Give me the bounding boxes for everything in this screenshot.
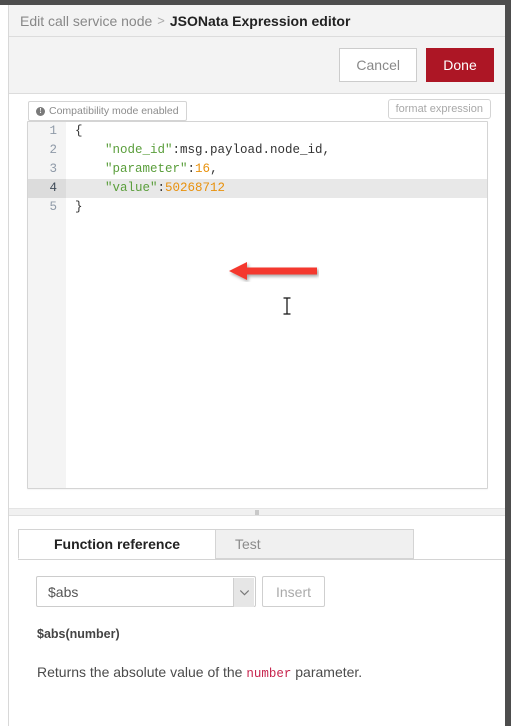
window-left-gutter — [0, 5, 9, 726]
tab-function-reference[interactable]: Function reference — [18, 529, 216, 559]
tab-function-reference-label: Function reference — [53, 536, 181, 552]
splitter-grip[interactable] — [255, 510, 259, 515]
format-expression-button[interactable]: format expression — [387, 99, 491, 119]
function-select[interactable]: $abs — [36, 576, 256, 607]
code-token-punct: :msg.payload.node_id, — [172, 143, 331, 157]
code-line-2[interactable]: "node_id":msg.payload.node_id, — [66, 141, 487, 160]
tab-strip: Function reference Test — [18, 529, 505, 560]
code-token-punct — [75, 181, 105, 195]
breadcrumb-parent[interactable]: Edit call service node — [20, 13, 152, 29]
compatibility-mode-badge: ! Compatibility mode enabled — [28, 101, 187, 121]
gutter-line-2: 2 — [49, 143, 57, 157]
function-picker-row: $abs Insert — [36, 576, 326, 607]
tab-test[interactable]: Test — [215, 529, 414, 559]
code-token-punct: : — [157, 181, 166, 195]
function-description-code: number — [246, 667, 292, 681]
code-line-1[interactable]: { — [66, 122, 487, 141]
reference-pane: Function reference Test $abs Insert $abs… — [9, 516, 505, 726]
info-icon: ! — [36, 106, 45, 116]
code-token-punct: , — [210, 162, 218, 176]
cancel-button[interactable]: Cancel — [339, 48, 417, 82]
code-line-5[interactable]: } — [66, 198, 487, 217]
tab-test-label: Test — [235, 536, 261, 552]
code-token-punct — [75, 143, 105, 157]
code-gutter: 1 2 3 4 5 — [28, 122, 66, 488]
code-line-3[interactable]: "parameter":16, — [66, 160, 487, 179]
window-right-edge — [505, 0, 511, 726]
code-token-num: 16 — [195, 162, 211, 176]
chevron-down-icon[interactable] — [233, 578, 254, 607]
gutter-line-1: 1 — [49, 124, 57, 138]
function-description-prefix: Returns the absolute value of the — [37, 664, 247, 680]
gutter-line-3: 3 — [49, 162, 57, 176]
code-token-punct: { — [75, 124, 83, 138]
gutter-line-5: 5 — [49, 200, 57, 214]
breadcrumb-current: JSONata Expression editor — [169, 12, 351, 29]
function-description-suffix: parameter. — [291, 664, 363, 680]
code-editor[interactable]: 1 2 3 4 5 { "node_id":msg.payload.node_id, "… — [27, 121, 488, 489]
code-token-string: "value" — [105, 181, 158, 195]
expression-editor-region: ! Compatibility mode enabled format expr… — [9, 94, 505, 508]
code-token-punct: } — [75, 200, 83, 214]
jsonata-editor-panel: Edit call service node > JSONata Express… — [9, 5, 505, 726]
compatibility-mode-label: Compatibility mode enabled — [49, 105, 179, 117]
panel-splitter[interactable] — [9, 508, 505, 516]
code-token-string: "node_id" — [105, 143, 173, 157]
breadcrumb-separator: > — [157, 13, 165, 28]
code-token-string: "parameter" — [105, 162, 188, 176]
code-content[interactable]: { "node_id":msg.payload.node_id, "parame… — [66, 122, 487, 488]
editor-toolbar: ! Compatibility mode enabled format expr… — [9, 94, 505, 121]
function-description: Returns the absolute value of the number… — [37, 663, 467, 683]
dialog-action-bar: Cancel Done — [9, 37, 505, 94]
code-token-punct: : — [187, 162, 196, 176]
breadcrumb: Edit call service node > JSONata Express… — [9, 5, 505, 37]
code-token-num: 50268712 — [165, 181, 226, 195]
gutter-line-4: 4 — [28, 179, 66, 198]
done-button[interactable]: Done — [426, 48, 494, 82]
function-select-value: $abs — [48, 583, 79, 600]
insert-button[interactable]: Insert — [262, 576, 326, 607]
code-token-punct — [75, 162, 105, 176]
function-signature: $abs(number) — [37, 627, 120, 641]
code-line-4[interactable]: "value":50268712 — [66, 179, 487, 198]
